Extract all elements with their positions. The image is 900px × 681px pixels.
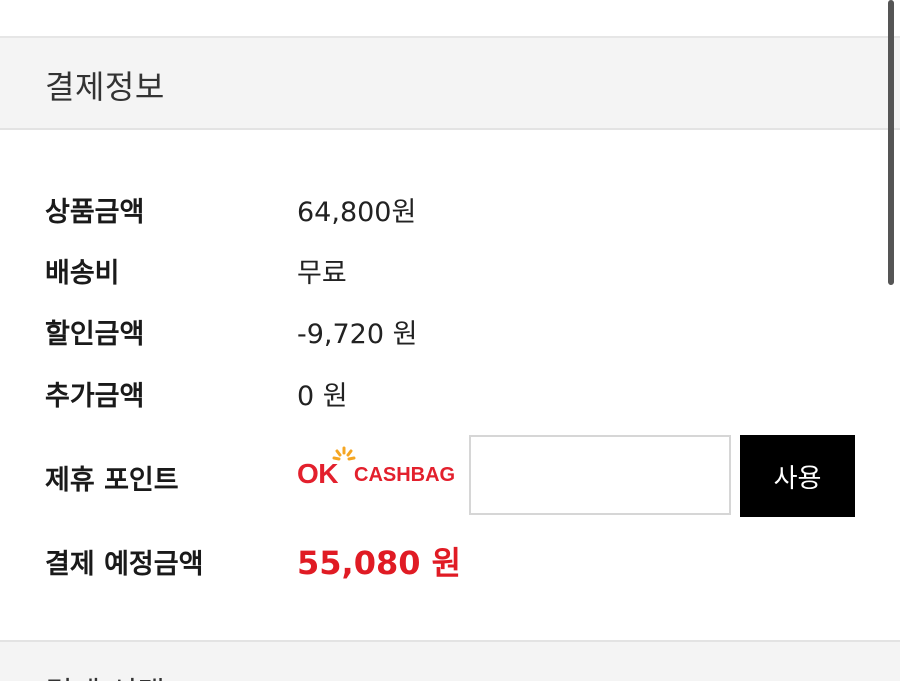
scrollbar[interactable] — [888, 0, 894, 285]
discount-value: -9,720 원 — [297, 319, 418, 350]
top-area — [0, 0, 900, 38]
extra-amount-value: 0 원 — [297, 381, 348, 412]
total-value: 55,080 원 — [297, 544, 462, 582]
section-title: 결제정보 — [45, 68, 165, 106]
cashbag-logo-text: CASHBAG — [354, 464, 456, 486]
partner-points-label: 제휴 포인트 — [45, 465, 179, 496]
extra-amount-label: 추가금액 — [45, 381, 145, 412]
use-points-button[interactable]: 사용 — [740, 435, 855, 517]
shipping-label: 배송비 — [45, 258, 120, 289]
product-amount-value: 64,800원 — [297, 197, 417, 228]
next-section-title: 결제 선택 — [45, 668, 165, 681]
discount-label: 할인금액 — [45, 319, 145, 350]
ok-cashbag-logo: OK CASHBAG — [297, 446, 462, 498]
section-header: 결제정보 — [0, 38, 900, 130]
total-label: 결제 예정금액 — [45, 549, 204, 580]
payment-info-page: 결제정보 상품금액 64,800원 배송비 무료 할인금액 -9,720 원 추… — [0, 0, 900, 681]
next-section-header: 결제 선택 — [0, 640, 900, 681]
product-amount-label: 상품금액 — [45, 197, 145, 228]
shipping-value: 무료 — [297, 258, 347, 289]
partner-points-input[interactable] — [469, 435, 731, 515]
